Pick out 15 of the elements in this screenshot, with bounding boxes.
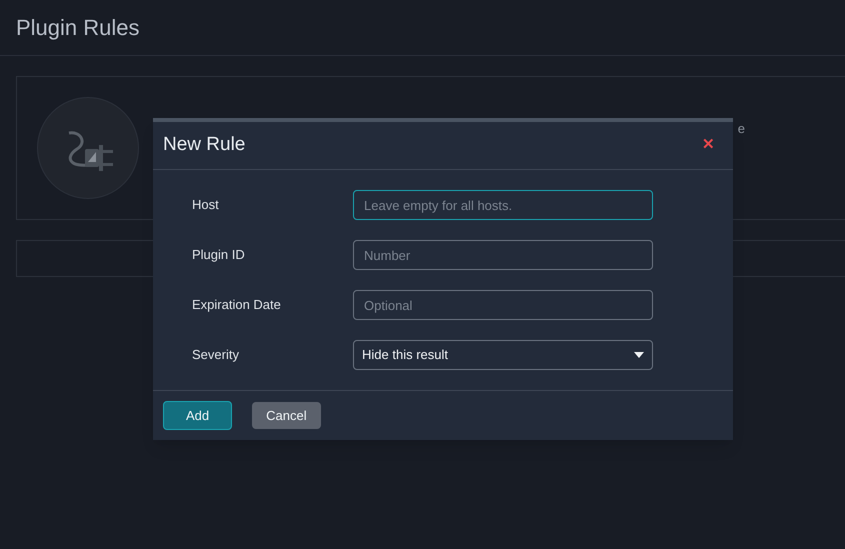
- field-label: Host: [192, 196, 220, 214]
- add-button[interactable]: Add: [163, 401, 232, 430]
- field-label: Severity: [192, 346, 240, 364]
- cancel-button[interactable]: Cancel: [252, 402, 321, 429]
- caret-icon: [634, 352, 644, 358]
- severity-select[interactable]: Hide this result: [353, 340, 653, 370]
- close-button[interactable]: ✕: [702, 134, 715, 157]
- input-field[interactable]: Optional: [353, 290, 653, 320]
- field-label: Plugin ID: [192, 246, 246, 264]
- input-field[interactable]: Leave empty for all hosts.: [353, 190, 653, 220]
- input-field[interactable]: Number: [353, 240, 653, 270]
- card-text: e: [738, 120, 745, 138]
- field-label: Expiration Date: [192, 296, 282, 314]
- page-title: Plugin Rules: [16, 14, 140, 42]
- dialog-title: New Rule: [163, 133, 246, 158]
